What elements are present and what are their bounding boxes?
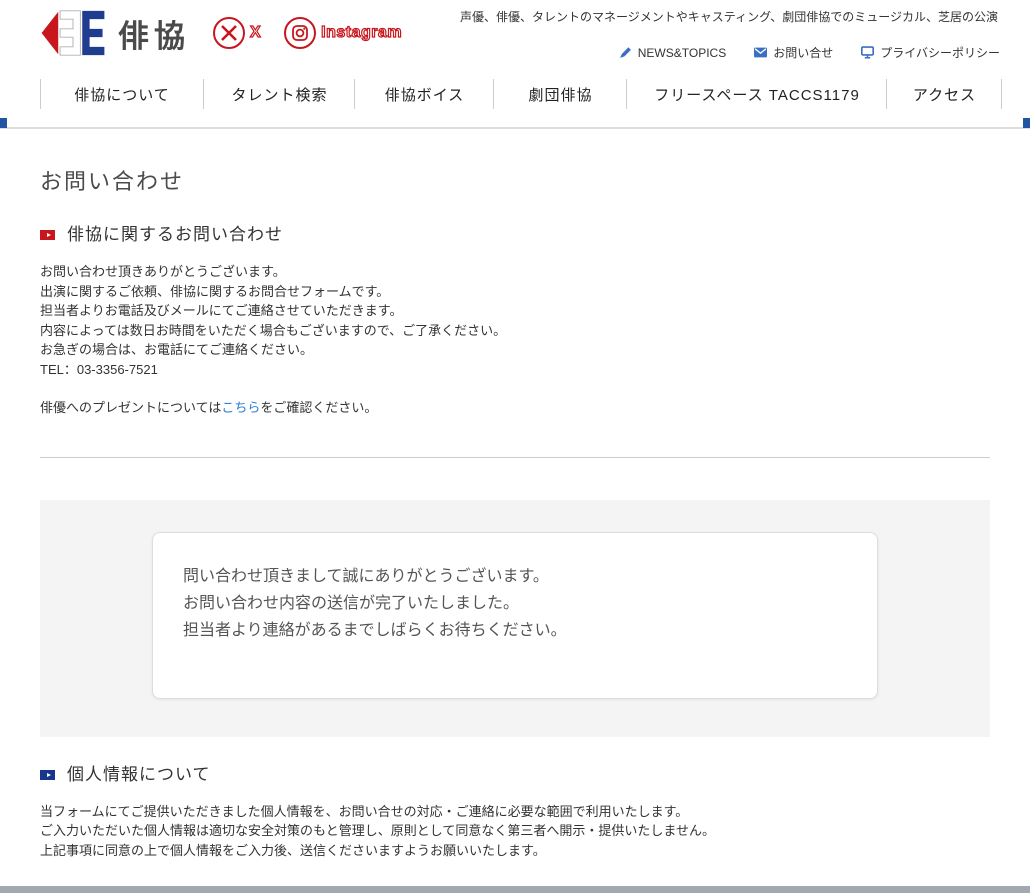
present-note-after: をご確認ください。 [260, 400, 377, 415]
inquiry-line: 内容によっては数日お時間をいただく場合もございますので、ご了承ください。 [40, 321, 990, 341]
edge-accent-left [0, 118, 7, 128]
inquiry-line: 出演に関するご依頼、俳協に関するお問合せフォームです。 [40, 282, 990, 302]
nav-item-talent-search[interactable]: タレント検索 [204, 76, 355, 112]
completion-line: お問い合わせ内容の送信が完了いたしました。 [183, 590, 877, 617]
page-title: お問い合わせ [40, 167, 990, 197]
tagline: 声優、俳優、タレントのマネージメントやキャスティング、劇団俳協でのミュージカル、… [460, 8, 998, 25]
privacy-policy-label: プライバシーポリシー [880, 44, 1000, 61]
privacy-policy-link[interactable]: プライバシーポリシー [861, 44, 1000, 61]
instagram-label: Instagram [321, 24, 402, 42]
completion-panel: 問い合わせ頂きまして誠にありがとうございます。 お問い合わせ内容の送信が完了いた… [40, 500, 990, 737]
logo-text: 俳協 [118, 11, 190, 56]
nav-underline [0, 112, 1030, 129]
haikyo-logo-mark-icon [38, 9, 108, 57]
privacy-line: 上記事項に同意の上で個人情報をご入力後、送信くださいますようお願いいたします。 [40, 841, 990, 861]
section-divider [40, 457, 990, 458]
privacy-line: ご入力いただいた個人情報は適切な安全対策のもと管理し、原則として同意なく第三者へ… [40, 821, 990, 841]
nav-item-haikyo-voice[interactable]: 俳協ボイス [355, 76, 494, 112]
instagram-social-link[interactable]: Instagram [283, 16, 402, 50]
inquiry-heading-label: 俳協に関するお問い合わせ [67, 223, 283, 247]
nav-item-access[interactable]: アクセス [887, 76, 1002, 112]
completion-line: 担当者より連絡があるまでしばらくお待ちください。 [183, 617, 877, 644]
site-logo[interactable]: 俳協 [38, 9, 190, 57]
privacy-heading-label: 個人情報について [67, 763, 211, 787]
blue-arrow-marker-icon [40, 770, 55, 780]
utility-links: NEWS&TOPICS お問い合せ プライバシーポリシー [619, 44, 1000, 61]
mail-icon [754, 46, 767, 59]
contact-label: お問い合せ [773, 44, 833, 61]
privacy-description: 当フォームにてご提供いただきました個人情報を、お問い合せの対応・ご連絡に必要な範… [40, 802, 990, 861]
inquiry-line: 担当者よりお電話及びメールにてご連絡させていただきます。 [40, 301, 990, 321]
inquiry-section-heading: 俳協に関するお問い合わせ [40, 223, 990, 247]
x-social-link[interactable]: X [212, 16, 261, 50]
instagram-icon [283, 16, 317, 50]
present-note-before: 俳優へのプレゼントについては [40, 400, 221, 415]
present-info-link[interactable]: こちら [221, 400, 260, 415]
edge-accent-right [1023, 118, 1030, 128]
contact-link[interactable]: お問い合せ [754, 44, 833, 61]
completion-line: 問い合わせ頂きまして誠にありがとうございます。 [183, 563, 877, 590]
nav-item-freespace-taccs1179[interactable]: フリースペース TACCS1179 [627, 76, 887, 112]
main-content: お問い合わせ 俳協に関するお問い合わせ お問い合わせ頂きありがとうございます。 … [0, 167, 1030, 860]
privacy-section-heading: 個人情報について [40, 763, 990, 787]
news-topics-label: NEWS&TOPICS [638, 46, 726, 60]
red-arrow-marker-icon [40, 230, 55, 240]
completion-message-box: 問い合わせ頂きまして誠にありがとうございます。 お問い合わせ内容の送信が完了いた… [152, 532, 878, 699]
inquiry-line: お問い合わせ頂きありがとうございます。 [40, 262, 990, 282]
privacy-line: 当フォームにてご提供いただきました個人情報を、お問い合せの対応・ご連絡に必要な範… [40, 802, 990, 822]
tel-number: TEL：03-3356-7521 [40, 360, 990, 380]
x-label: X [250, 24, 261, 42]
x-icon [212, 16, 246, 50]
pencil-icon [619, 46, 632, 59]
logo-row: 俳協 X Instagram [38, 9, 402, 57]
main-nav: 俳協について タレント検索 俳協ボイス 劇団俳協 フリースペース TACCS11… [0, 76, 1030, 112]
site-header: 俳協 X Instagram 声優、俳優、タレントのマネージメントやキャスティン… [0, 0, 1030, 76]
monitor-icon [861, 46, 874, 59]
inquiry-description: お問い合わせ頂きありがとうございます。 出演に関するご依頼、俳協に関するお問合せ… [40, 262, 990, 379]
present-note: 俳優へのプレゼントについてはこちらをご確認ください。 [40, 398, 990, 418]
nav-item-about[interactable]: 俳協について [40, 76, 204, 112]
news-topics-link[interactable]: NEWS&TOPICS [619, 44, 726, 61]
footer-strip [0, 886, 1030, 893]
nav-item-gekidan-haikyo[interactable]: 劇団俳協 [494, 76, 627, 112]
inquiry-line: お急ぎの場合は、お電話にてご連絡ください。 [40, 340, 990, 360]
